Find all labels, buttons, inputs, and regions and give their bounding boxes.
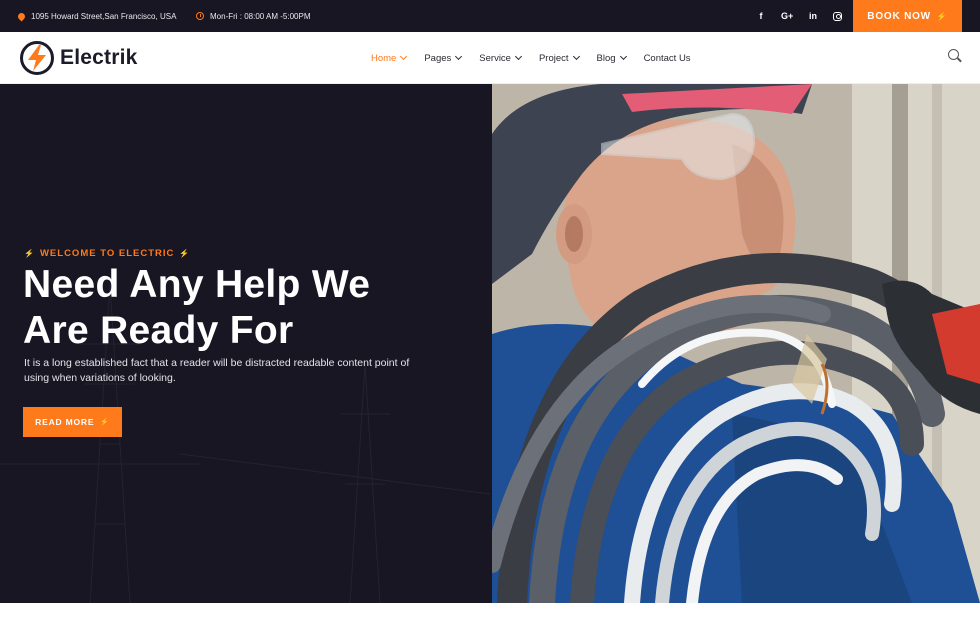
logo[interactable]: Electrik (20, 41, 137, 75)
search-icon[interactable] (948, 49, 962, 63)
bolt-icon: ⚡ (100, 419, 110, 426)
top-bar: 1095 Howard Street,San Francisco, USA Mo… (0, 0, 980, 32)
nav-item-contact[interactable]: Contact Us (644, 53, 691, 64)
bolt-logo-icon (20, 41, 54, 75)
main-nav: Home Pages Service Project Blog Contact … (371, 32, 691, 84)
hero-text-panel: ⚡ WELCOME TO ELECTRIC ⚡ Need Any Help We… (0, 84, 492, 603)
hero-title-line: Are Ready For (23, 309, 294, 352)
chevron-down-icon (572, 52, 580, 61)
location-pin-icon (16, 11, 27, 21)
nav-item-home[interactable]: Home (371, 52, 408, 64)
chevron-down-icon (514, 52, 523, 61)
nav-item-blog[interactable]: Blog (596, 52, 627, 64)
nav-item-label: Project (538, 52, 569, 64)
nav-item-label: Pages (424, 52, 452, 64)
nav-item-label: Blog (596, 52, 616, 64)
clock-icon (196, 12, 204, 20)
welcome-text: WELCOME TO ELECTRIC (39, 248, 175, 259)
instagram-icon[interactable] (833, 11, 842, 21)
chevron-down-icon (400, 52, 408, 61)
hero-description: It is a long established fact that a rea… (24, 357, 410, 384)
chevron-down-icon (455, 52, 463, 61)
read-more-label: READ MORE (35, 417, 95, 427)
main-header: Electrik Home Pages Service Project Blog… (0, 32, 980, 84)
nav-item-label: Service (479, 52, 511, 64)
linkedin-icon[interactable]: in (807, 11, 819, 21)
nav-item-pages[interactable]: Pages (424, 52, 463, 64)
social-links: f G+ in (755, 0, 842, 32)
nav-item-label: Home (371, 52, 397, 64)
book-now-label: BOOK NOW (867, 10, 931, 22)
address-text: 1095 Howard Street,San Francisco, USA (31, 11, 177, 21)
hero-title: Need Any Help We Are Ready For (23, 262, 463, 354)
bolt-icon: ⚡ (179, 249, 191, 258)
page-bottom (0, 603, 980, 630)
read-more-button[interactable]: READ MORE ⚡ (23, 407, 122, 437)
nav-item-project[interactable]: Project (538, 52, 580, 64)
google-plus-icon[interactable]: G+ (781, 11, 793, 21)
hours-text: Mon-Fri : 08:00 AM -5:00PM (210, 11, 311, 21)
hours-info: Mon-Fri : 08:00 AM -5:00PM (196, 0, 310, 32)
hero-section: ⚡ WELCOME TO ELECTRIC ⚡ Need Any Help We… (0, 84, 980, 603)
hero-image (492, 84, 980, 603)
facebook-icon[interactable]: f (755, 11, 767, 21)
hero-title-line: Need Any Help We (23, 263, 371, 306)
address-info: 1095 Howard Street,San Francisco, USA (16, 0, 177, 32)
nav-item-service[interactable]: Service (479, 52, 523, 64)
logo-text: Electrik (60, 46, 138, 69)
welcome-tagline: ⚡ WELCOME TO ELECTRIC ⚡ (24, 248, 190, 259)
bolt-icon: ⚡ (24, 249, 35, 258)
bolt-icon: ⚡ (936, 11, 948, 21)
book-now-button[interactable]: BOOK NOW ⚡ (853, 0, 962, 32)
nav-item-label: Contact Us (643, 52, 691, 64)
chevron-down-icon (619, 52, 627, 61)
